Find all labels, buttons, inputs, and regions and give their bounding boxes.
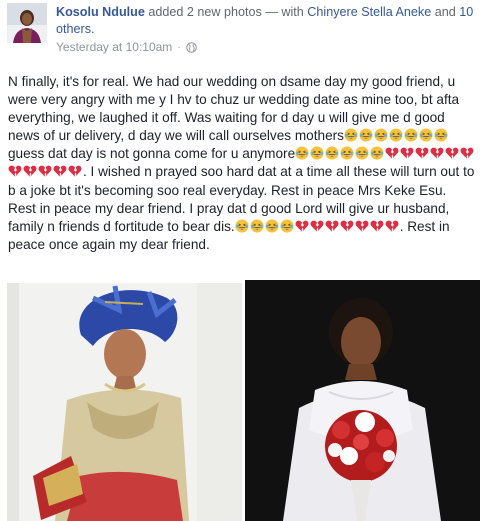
separator-dot: · [177,41,181,53]
face-with-tears-of-joy-emoji [359,128,373,142]
action-text: added 2 new photos [148,5,262,19]
face-with-tears-of-joy-emoji [404,128,418,142]
avatar[interactable] [7,3,47,43]
broken-heart-emoji [38,164,52,178]
broken-heart-emoji [430,146,444,160]
with-text: — with [265,5,304,19]
globe-icon[interactable] [185,41,197,53]
post-text: N finally, it's for real. We had our wed… [8,73,478,254]
face-with-tears-of-joy-emoji [374,128,388,142]
face-with-tears-of-joy-emoji [265,219,279,233]
face-with-tears-of-joy-emoji [310,146,324,160]
broken-heart-emoji [355,219,369,233]
broken-heart-emoji [310,219,324,233]
broken-heart-emoji [325,219,339,233]
broken-heart-emoji [8,164,22,178]
broken-heart-emoji [340,219,354,233]
face-with-tears-of-joy-emoji [434,128,448,142]
photo-bride-with-red-bouquet[interactable] [245,280,480,521]
face-with-tears-of-joy-emoji [344,128,358,142]
broken-heart-emoji [400,146,414,160]
face-with-tears-of-joy-emoji [370,146,384,160]
face-with-tears-of-joy-emoji [280,219,294,233]
post-text-part-2: guess dat day is not gonna come for u an… [8,146,296,162]
broken-heart-emoji [460,146,474,160]
face-with-tears-of-joy-emoji [295,146,309,160]
and-text: and [434,5,456,19]
author-name-link[interactable]: Kosolu Ndulue [56,5,145,19]
tagged-person-link[interactable]: Chinyere Stella Aneke [307,5,431,19]
face-with-tears-of-joy-emoji [355,146,369,160]
broken-heart-emoji [385,146,399,160]
photo-woman-blue-gele[interactable] [7,280,242,521]
facebook-post: Kosolu Ndulue added 2 new photos — with … [0,0,482,521]
broken-heart-emoji [23,164,37,178]
broken-heart-emoji [385,219,399,233]
face-with-tears-of-joy-emoji [235,219,249,233]
broken-heart-emoji [295,219,309,233]
face-with-tears-of-joy-emoji [325,146,339,160]
broken-heart-emoji [68,164,82,178]
timestamp-link[interactable]: Yesterday at 10:10am [56,40,172,54]
face-with-tears-of-joy-emoji [250,219,264,233]
broken-heart-emoji [445,146,459,160]
broken-heart-emoji [415,146,429,160]
face-with-tears-of-joy-emoji [419,128,433,142]
post-meta: Yesterday at 10:10am · [56,40,197,54]
post-header: Kosolu Ndulue added 2 new photos — with … [56,4,476,38]
broken-heart-emoji [370,219,384,233]
broken-heart-emoji [53,164,67,178]
face-with-tears-of-joy-emoji [340,146,354,160]
face-with-tears-of-joy-emoji [389,128,403,142]
